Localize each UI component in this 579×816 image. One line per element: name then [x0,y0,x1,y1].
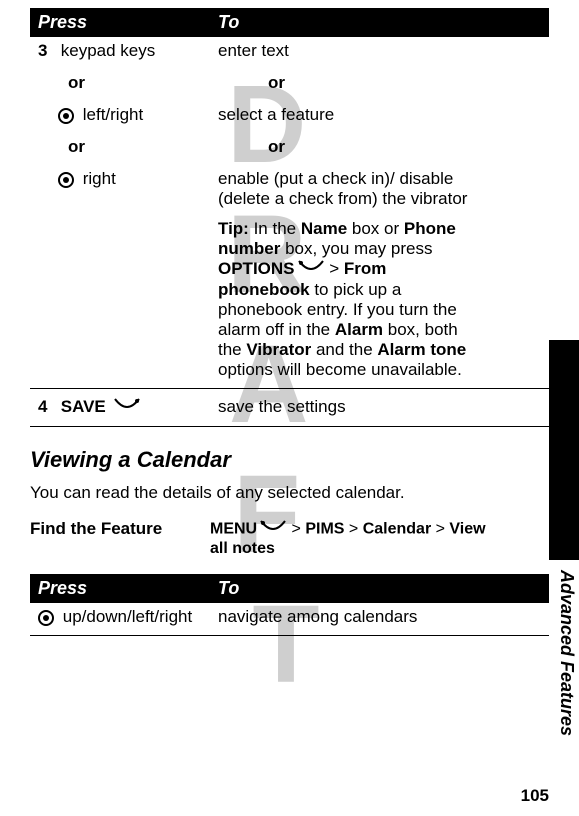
step-number-3: 3 [38,41,56,61]
row3-to-text: enable (put a check in)/ disable (delete… [218,169,467,208]
section-body-text: You can read the details of any selected… [30,483,549,503]
or-to-1: or [218,73,541,93]
save-label: SAVE [61,397,106,416]
softkey-icon [259,519,287,540]
table1-or-row1: or or [30,65,549,101]
table1-row3-press: right [38,169,218,380]
name-box-label: Name [301,219,347,238]
options-label: OPTIONS [218,259,295,278]
left-right-text: left/right [83,105,143,124]
table1-row4-press: 4 SAVE [38,397,218,418]
table1-row1-press: 3 keypad keys [38,41,218,61]
find-feature-path: MENU > PIMS > Calendar > View all notes [210,519,549,558]
pims-label: PIMS [305,521,344,538]
nav-circle-icon [58,108,74,124]
calendar-label: Calendar [363,521,431,538]
tip-text4: > [325,259,344,278]
divider-table2 [30,635,549,636]
table1-or-row2: or or [30,129,549,165]
tip-label: Tip: [218,219,249,238]
sep1: > [287,521,305,538]
tip-text8: options will become unavailable. [218,360,462,379]
table1-row4: 4 SAVE save the settings [30,393,549,422]
updownleftright-text: up/down/left/right [63,607,192,626]
menu-label: MENU [210,521,257,538]
vibrator-label: Vibrator [246,340,311,359]
table2-row1: up/down/left/right navigate among calend… [30,603,549,631]
page-content: Press To 3 keypad keys enter text or or … [0,0,579,650]
find-feature-row: Find the Feature MENU > PIMS > Calendar … [30,519,549,558]
tip-text2: box or [347,219,404,238]
step-number-4: 4 [38,397,56,417]
nav-circle-icon [38,610,54,626]
sep2: > [344,521,362,538]
find-feature-label: Find the Feature [30,519,210,558]
table2-header-to: To [218,578,541,599]
table1-row4-to: save the settings [218,397,541,418]
softkey-icon [297,259,325,280]
softkey-icon [113,397,141,418]
table2-row1-to: navigate among calendars [218,607,541,627]
table1-row2: left/right select a feature [30,101,549,129]
page-number: 105 [521,786,549,806]
divider-row4 [30,426,549,427]
tip-text7: and the [311,340,377,359]
divider-row3 [30,388,549,389]
table2-row1-press: up/down/left/right [38,607,218,627]
table2-header: Press To [30,574,549,603]
table2-header-press: Press [38,578,218,599]
tip-block: Tip: In the Name box or Phone number box… [218,219,481,380]
alarm-label: Alarm [335,320,383,339]
sep3: > [431,521,449,538]
table1-row2-press: left/right [38,105,218,125]
or-to-2: or [218,137,541,157]
keypad-keys-text: keypad keys [61,41,156,60]
section-heading: Viewing a Calendar [30,447,549,473]
table1-header-to: To [218,12,541,33]
nav-circle-icon [58,172,74,188]
table1-row1: 3 keypad keys enter text [30,37,549,65]
table1-row3-to: enable (put a check in)/ disable (delete… [218,169,541,380]
or-press-1: or [38,73,218,93]
tip-text1: In the [249,219,301,238]
alarm-tone-label: Alarm tone [377,340,466,359]
tip-text3: box, you may press [280,239,432,258]
or-press-2: or [38,137,218,157]
table1-row2-to: select a feature [218,105,541,125]
table1-row3: right enable (put a check in)/ disable (… [30,165,549,384]
right-text: right [83,169,116,188]
table1-header: Press To [30,8,549,37]
table1-row1-to: enter text [218,41,541,61]
table1-header-press: Press [38,12,218,33]
